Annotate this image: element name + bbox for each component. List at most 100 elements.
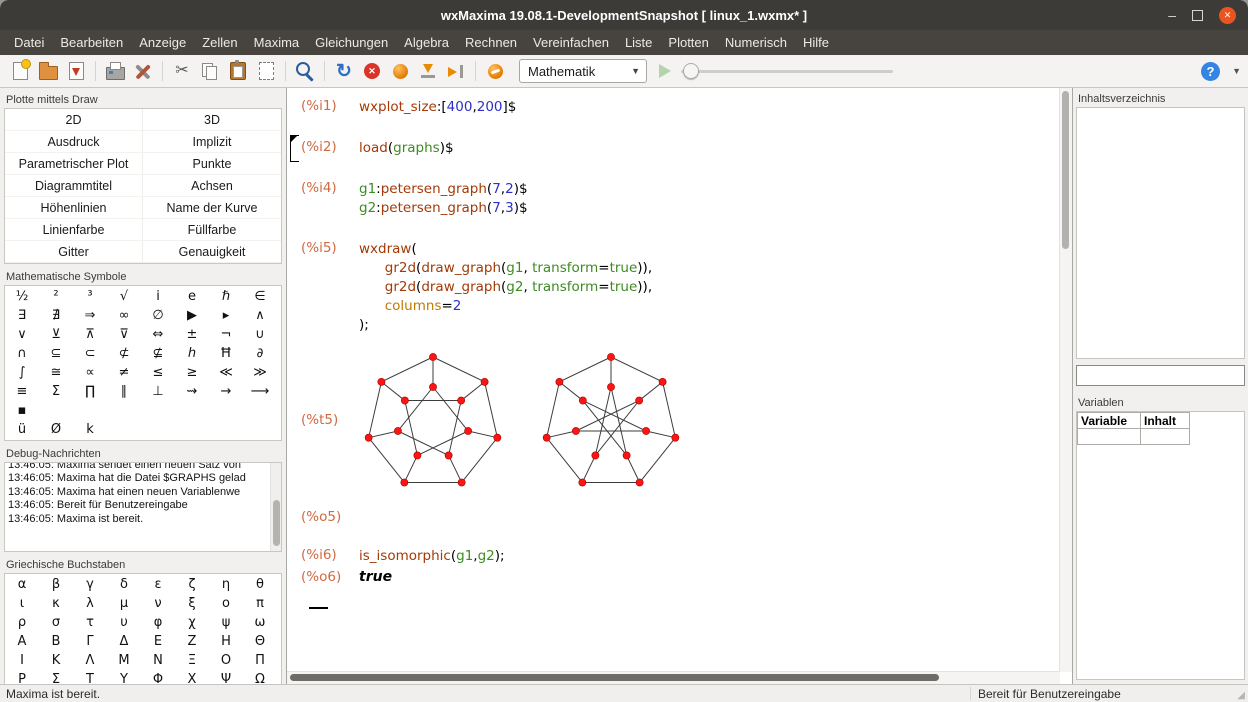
menu-liste[interactable]: Liste xyxy=(617,32,660,53)
symbol-button[interactable]: ∝ xyxy=(73,363,107,382)
symbol-button[interactable]: ± xyxy=(175,325,209,344)
symbol-button[interactable]: ⇔ xyxy=(141,325,175,344)
greek-letter-button[interactable]: ν xyxy=(141,594,175,613)
draw-button-achsen[interactable]: Achsen xyxy=(143,175,281,197)
greek-letter-button[interactable]: κ xyxy=(39,594,73,613)
greek-letter-button[interactable]: Φ xyxy=(141,670,175,684)
select-all-icon[interactable] xyxy=(253,59,279,83)
symbol-button[interactable]: ⊆ xyxy=(39,344,73,363)
worksheet-vertical-scrollbar[interactable] xyxy=(1059,88,1072,672)
open-icon[interactable] xyxy=(35,59,61,83)
toc-filter-input[interactable] xyxy=(1076,365,1245,386)
greek-letter-button[interactable]: Κ xyxy=(39,651,73,670)
greek-letter-button[interactable]: Δ xyxy=(107,632,141,651)
evaluate-rest-icon[interactable] xyxy=(415,59,441,83)
worksheet[interactable]: (%i1)wxplot_size:[400,200]$(%i2)load(gra… xyxy=(287,88,1072,684)
symbol-button[interactable]: ⊂ xyxy=(73,344,107,363)
symbol-button[interactable]: ℏ xyxy=(209,287,243,306)
close-icon[interactable]: ✕ xyxy=(1219,7,1236,24)
menu-datei[interactable]: Datei xyxy=(6,32,52,53)
greek-letter-button[interactable]: Ι xyxy=(5,651,39,670)
save-icon[interactable] xyxy=(63,59,89,83)
menu-plotten[interactable]: Plotten xyxy=(660,32,716,53)
symbol-button[interactable]: ⊽ xyxy=(107,325,141,344)
symbol-button[interactable]: ⇒ xyxy=(73,306,107,325)
debug-scrollbar[interactable] xyxy=(270,463,281,551)
greek-letter-button[interactable]: Ν xyxy=(141,651,175,670)
greek-letter-button[interactable]: Ψ xyxy=(209,670,243,684)
help-icon[interactable]: ? xyxy=(1201,62,1220,81)
greek-letter-button[interactable]: ι xyxy=(5,594,39,613)
symbol-button[interactable]: ∪ xyxy=(243,325,277,344)
find-icon[interactable] xyxy=(292,59,318,83)
greek-letter-button[interactable]: Ξ xyxy=(175,651,209,670)
menu-hilfe[interactable]: Hilfe xyxy=(795,32,837,53)
draw-button-parametrischer-plot[interactable]: Parametrischer Plot xyxy=(5,153,143,175)
greek-letter-button[interactable]: γ xyxy=(73,575,107,594)
restart-maxima-icon[interactable]: ↻ xyxy=(331,59,357,83)
greek-letter-button[interactable]: υ xyxy=(107,613,141,632)
symbol-button[interactable]: ▶ xyxy=(175,306,209,325)
cut-icon[interactable]: ✂ xyxy=(169,59,195,83)
greek-letter-button[interactable]: Λ xyxy=(73,651,107,670)
greek-letter-button[interactable]: ζ xyxy=(175,575,209,594)
interrupt-icon[interactable]: ✕ xyxy=(359,59,385,83)
greek-letter-button[interactable]: Υ xyxy=(107,670,141,684)
symbol-button[interactable]: ∫ xyxy=(5,363,39,382)
code-input[interactable]: is_isomorphic(g1,g2); xyxy=(359,547,505,566)
worksheet-vertical-scrollbar-thumb[interactable] xyxy=(1062,91,1069,249)
draw-button-genauigkeit[interactable]: Genauigkeit xyxy=(143,241,281,263)
variables-cell[interactable] xyxy=(1078,429,1141,445)
symbol-button[interactable]: ¬ xyxy=(209,325,243,344)
greek-letter-button[interactable]: η xyxy=(209,575,243,594)
symbol-button[interactable]: k xyxy=(73,420,107,439)
symbol-button[interactable]: Ħ xyxy=(209,344,243,363)
code-input[interactable]: g1:petersen_graph(7,2)$g2:petersen_graph… xyxy=(359,180,528,218)
greek-letter-button[interactable]: ξ xyxy=(175,594,209,613)
menu-rechnen[interactable]: Rechnen xyxy=(457,32,525,53)
greek-letter-button[interactable]: α xyxy=(5,575,39,594)
draw-button-linienfarbe[interactable]: Linienfarbe xyxy=(5,219,143,241)
greek-letter-button[interactable]: χ xyxy=(175,613,209,632)
toolbar-overflow-icon[interactable]: ▼ xyxy=(1232,66,1241,76)
follow-icon[interactable] xyxy=(387,59,413,83)
symbol-button[interactable]: ∞ xyxy=(107,306,141,325)
greek-letter-button[interactable]: Χ xyxy=(175,670,209,684)
symbol-button[interactable]: √ xyxy=(107,287,141,306)
symbol-button[interactable]: ∩ xyxy=(5,344,39,363)
symbol-button[interactable]: ² xyxy=(39,287,73,306)
symbol-button[interactable]: ü xyxy=(5,420,39,439)
symbol-button[interactable]: ∧ xyxy=(243,306,277,325)
greek-letter-button[interactable]: Ε xyxy=(141,632,175,651)
greek-letter-button[interactable]: Π xyxy=(243,651,277,670)
paste-icon[interactable] xyxy=(225,59,251,83)
symbol-button[interactable]: ⊻ xyxy=(39,325,73,344)
code-input[interactable]: load(graphs)$ xyxy=(359,139,454,158)
symbol-button[interactable]: i xyxy=(141,287,175,306)
greek-letter-button[interactable]: Ρ xyxy=(5,670,39,684)
symbol-button[interactable]: ½ xyxy=(5,287,39,306)
greek-letter-button[interactable]: τ xyxy=(73,613,107,632)
animation-slider[interactable] xyxy=(681,60,893,82)
maximize-icon[interactable] xyxy=(1192,10,1203,21)
symbol-button[interactable]: ▸ xyxy=(209,306,243,325)
greek-letter-button[interactable]: β xyxy=(39,575,73,594)
greek-letter-button[interactable]: Θ xyxy=(243,632,277,651)
greek-letter-button[interactable]: Ο xyxy=(209,651,243,670)
code-input[interactable]: wxplot_size:[400,200]$ xyxy=(359,98,516,117)
minimize-icon[interactable]: – xyxy=(1168,10,1176,20)
symbol-button[interactable]: Σ xyxy=(39,382,73,401)
greek-letter-button[interactable]: Ω xyxy=(243,670,277,684)
symbol-button[interactable]: ∂ xyxy=(243,344,277,363)
draw-button-implizit[interactable]: Implizit xyxy=(143,131,281,153)
greek-letter-button[interactable]: ω xyxy=(243,613,277,632)
symbol-button[interactable]: ≅ xyxy=(39,363,73,382)
menu-zellen[interactable]: Zellen xyxy=(194,32,245,53)
symbol-button[interactable]: e xyxy=(175,287,209,306)
draw-button-name-der-kurve[interactable]: Name der Kurve xyxy=(143,197,281,219)
greek-letter-button[interactable]: θ xyxy=(243,575,277,594)
copy-icon[interactable] xyxy=(197,59,223,83)
draw-button-3d[interactable]: 3D xyxy=(143,109,281,131)
menu-numerisch[interactable]: Numerisch xyxy=(717,32,795,53)
symbol-button[interactable]: ∨ xyxy=(5,325,39,344)
